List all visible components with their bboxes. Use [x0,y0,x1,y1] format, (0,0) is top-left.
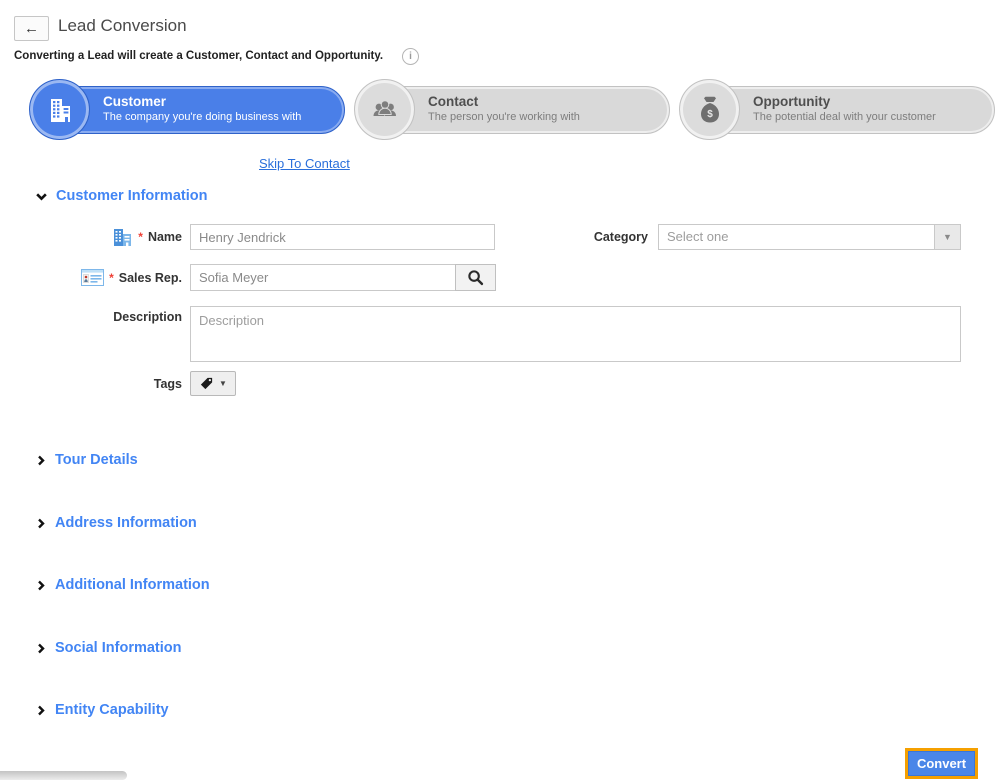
convert-button-focus-ring: Convert [905,748,978,779]
name-label: * Name [0,224,182,250]
name-label-text: Name [148,230,182,244]
sales-rep-input[interactable] [190,264,456,291]
building-small-icon [112,228,133,247]
step-title: Contact [428,94,669,109]
section-title: Address Information [55,515,197,531]
section-entity-capability[interactable]: Entity Capability [35,702,169,718]
section-title: Customer Information [56,188,207,204]
chevron-right-icon [35,454,47,467]
chevron-down-icon: ▼ [219,379,227,388]
category-label-text: Category [594,230,648,244]
chevron-right-icon [35,579,47,592]
search-icon [467,269,484,286]
section-social-information[interactable]: Social Information [35,640,182,656]
sales-rep-label: * Sales Rep. [0,264,182,291]
section-additional-information[interactable]: Additional Information [35,577,210,593]
convert-button[interactable]: Convert [908,751,975,776]
required-asterisk: * [109,271,114,285]
tag-icon [199,376,214,391]
chevron-right-icon [35,642,47,655]
step-contact[interactable]: Contact The person you're working with [355,86,670,134]
sales-rep-label-text: Sales Rep. [119,271,182,285]
dropdown-arrow-button[interactable]: ▼ [934,225,960,249]
chevron-down-icon [35,190,48,203]
section-tour-details[interactable]: Tour Details [35,452,138,468]
chevron-right-icon [35,704,47,717]
info-icon[interactable]: i [402,48,419,65]
description-label: Description [0,310,182,324]
svg-text:$: $ [707,109,713,120]
step-subtitle: The person you're working with [428,111,669,123]
contact-card-icon [81,269,104,286]
back-arrow-icon: ← [24,20,39,37]
description-label-text: Description [113,310,182,324]
skip-to-contact-link[interactable]: Skip To Contact [259,156,350,171]
required-asterisk: * [138,230,143,244]
section-title: Tour Details [55,452,138,468]
step-title: Customer [103,94,344,109]
chevron-down-icon: ▼ [943,232,952,242]
category-select[interactable]: Select one ▼ [658,224,961,250]
info-glyph: i [409,51,412,62]
step-subtitle: The potential deal with your customer [753,111,994,123]
page-subtitle: Converting a Lead will create a Customer… [14,50,383,62]
category-label: Category [500,224,648,250]
section-title: Social Information [55,640,182,656]
name-input[interactable] [190,224,495,250]
category-selected-value: Select one [659,225,934,249]
section-title: Additional Information [55,577,210,593]
chevron-right-icon [35,517,47,530]
money-bag-icon: $ [679,79,740,140]
step-title: Opportunity [753,94,994,109]
conversion-steps: Customer The company you're doing busine… [30,86,995,134]
tags-label: Tags [0,371,182,396]
step-opportunity[interactable]: $ Opportunity The potential deal with yo… [680,86,995,134]
horizontal-scrollbar-thumb[interactable] [0,771,127,780]
tags-label-text: Tags [154,377,182,391]
description-textarea[interactable] [190,306,961,362]
building-icon [29,79,90,140]
page-title: Lead Conversion [58,16,187,36]
step-subtitle: The company you're doing business with [103,111,344,123]
sales-rep-search-button[interactable] [455,264,496,291]
people-icon [354,79,415,140]
step-customer[interactable]: Customer The company you're doing busine… [30,86,345,134]
section-address-information[interactable]: Address Information [35,515,197,531]
section-customer-information[interactable]: Customer Information [35,188,207,204]
tags-dropdown-button[interactable]: ▼ [190,371,236,396]
back-button[interactable]: ← [14,16,49,41]
section-title: Entity Capability [55,702,169,718]
